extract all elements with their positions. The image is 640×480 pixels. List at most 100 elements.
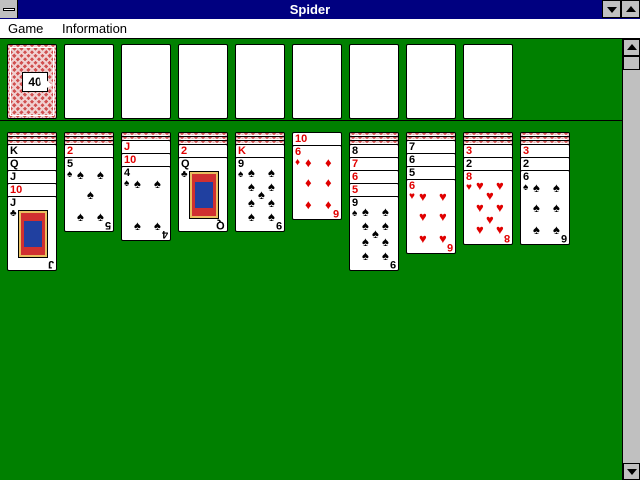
foundation-slot[interactable] — [178, 44, 228, 119]
scroll-down-button[interactable] — [623, 463, 640, 480]
card-rank: 9 ♠ — [238, 158, 245, 180]
court-card-face — [189, 171, 219, 219]
suit-pip: ♠ — [362, 234, 369, 249]
suit-pip: ♥ — [439, 209, 447, 224]
window-title: Spider — [289, 2, 331, 17]
suit-pip: ♦ — [325, 155, 332, 170]
suit-pip: ♠ — [553, 222, 560, 237]
card-rank-bottom: J — [47, 258, 54, 270]
suit-pip: ♠ — [258, 187, 265, 202]
suit-pip: ♥ — [476, 222, 484, 237]
playing-card[interactable]: 6 ♠ 6 ♠ ♠ ♠ ♠ ♠ ♠ — [520, 170, 570, 245]
suit-pip: ♥ — [496, 200, 504, 215]
suit-pip: ♥ — [486, 212, 494, 227]
foundation-slot[interactable] — [406, 44, 456, 119]
suit-pip: ♠ — [77, 167, 84, 182]
card-rank-bottom: 8 — [503, 232, 510, 244]
maximize-arrow-icon — [626, 6, 636, 12]
menu-bar: Game Information — [0, 19, 640, 39]
maximize-button[interactable] — [621, 0, 640, 18]
suit-pip: ♠ — [372, 226, 379, 241]
menu-game[interactable]: Game — [8, 20, 43, 37]
foundation-slot[interactable] — [463, 44, 513, 119]
suit-pip: ♥ — [419, 231, 427, 246]
card-rank-bottom: 9 — [275, 219, 282, 231]
suit-pip: ♥ — [486, 188, 494, 203]
suit-pip: ♠ — [248, 165, 255, 180]
playing-card[interactable]: 4 ♠ 4 ♠ ♠ ♠ ♠ — [121, 166, 171, 241]
card-rank: 6 ♦ — [295, 146, 302, 168]
suit-pip: ♠ — [268, 209, 275, 224]
suit-pip: ♠ — [154, 218, 161, 233]
foundation-slot[interactable] — [121, 44, 171, 119]
foundation-slot[interactable] — [292, 44, 342, 119]
playing-card[interactable]: 6 ♦ 6 ♦ ♦ ♦ ♦ ♦ ♦ — [292, 145, 342, 220]
suit-pip: ♠ — [382, 248, 389, 263]
suit-pip: ♥ — [419, 209, 427, 224]
playing-card[interactable]: J ♣ J — [7, 196, 57, 271]
playing-card[interactable]: 8 ♥ 8 ♥ ♥ ♥ ♥ ♥ ♥ ♥ ♥ — [463, 170, 513, 245]
card-rank: 6♥ — [409, 180, 416, 202]
suit-pip: ♦ — [305, 175, 312, 190]
card-rank-bottom: 6 — [446, 241, 453, 253]
playing-card[interactable]: 5 ♠ 5 ♠ ♠ ♠ ♠ ♠ — [64, 157, 114, 232]
minimize-arrow-icon — [607, 7, 617, 13]
suit-pip: ♥ — [419, 189, 427, 204]
card-rank-bottom: 9 — [389, 258, 396, 270]
suit-pip: ♠ — [134, 176, 141, 191]
suit-pip: ♦ — [305, 155, 312, 170]
card-rank: J ♣ — [10, 197, 17, 219]
suit-pip: ♥ — [439, 189, 447, 204]
suit-pip: ♠ — [268, 179, 275, 194]
system-menu-button[interactable] — [0, 0, 18, 18]
suit-pip: ♠ — [97, 167, 104, 182]
playing-card[interactable]: Q ♣ Q — [178, 157, 228, 232]
suit-pip: ♥ — [476, 178, 484, 193]
card-rank: 5 ♠ — [67, 158, 74, 180]
suit-pip: ♦ — [305, 197, 312, 212]
card-rank: 8 ♥ — [466, 171, 473, 193]
suit-pip: ♠ — [553, 200, 560, 215]
suit-pip: ♠ — [362, 248, 369, 263]
suit-pip: ♠ — [154, 176, 161, 191]
title-bar: Spider — [0, 0, 640, 20]
suit-pip: ♠ — [533, 200, 540, 215]
suit-pip: ♥ — [496, 178, 504, 193]
down-arrow-icon — [627, 469, 637, 475]
court-card-face — [18, 210, 48, 258]
menu-information[interactable]: Information — [62, 20, 127, 37]
scroll-up-button[interactable] — [623, 39, 640, 56]
suit-pip: ♥ — [496, 222, 504, 237]
suit-pip: ♠ — [362, 218, 369, 233]
scroll-thumb[interactable] — [623, 56, 640, 70]
suit-pip: ♠ — [268, 165, 275, 180]
suit-pip: ♠ — [77, 209, 84, 224]
playing-card[interactable]: 9 ♠ 9 ♠ ♠ ♠ ♠ ♠ ♠ ♠ ♠ ♠ — [235, 157, 285, 232]
foundation-slot[interactable] — [349, 44, 399, 119]
playing-card[interactable]: 6 ♥ 6 ♥ ♥ ♥ ♥ ♥ ♥ — [406, 179, 456, 254]
minimize-button[interactable] — [602, 0, 621, 18]
suit-pip: ♠ — [97, 209, 104, 224]
suit-pip: ♥ — [476, 200, 484, 215]
suit-pip: ♠ — [382, 204, 389, 219]
game-table: 40 K♠Q♠J♠10♦J♣J2♦5♠5♠♠♠♠♠J♦10♦4♠4♠♠♠♠2♦Q… — [0, 39, 622, 480]
card-rank-bottom: Q — [216, 219, 225, 231]
suit-pip: ♠ — [362, 204, 369, 219]
vertical-scrollbar[interactable] — [622, 39, 640, 480]
suit-pip: ♦ — [325, 197, 332, 212]
suit-pip: ♠ — [248, 209, 255, 224]
card-rank-bottom: 6 — [560, 232, 567, 244]
card-rank: 4 ♠ — [124, 167, 131, 189]
foundation-slot[interactable] — [64, 44, 114, 119]
suit-pip: ♠ — [533, 180, 540, 195]
suit-pip: ♠ — [382, 218, 389, 233]
suit-pip: ♠ — [87, 187, 94, 202]
playing-card[interactable]: 9 ♠ 9 ♠ ♠ ♠ ♠ ♠ ♠ ♠ ♠ ♠ — [349, 196, 399, 271]
card-rank-bottom: 4 — [161, 228, 168, 240]
suit-pip: ♠ — [134, 218, 141, 233]
table-divider — [0, 120, 622, 121]
foundation-slot[interactable] — [235, 44, 285, 119]
suit-pip: ♠ — [382, 234, 389, 249]
suit-pip: ♠ — [268, 195, 275, 210]
card-rank: 9 ♠ — [352, 197, 359, 219]
